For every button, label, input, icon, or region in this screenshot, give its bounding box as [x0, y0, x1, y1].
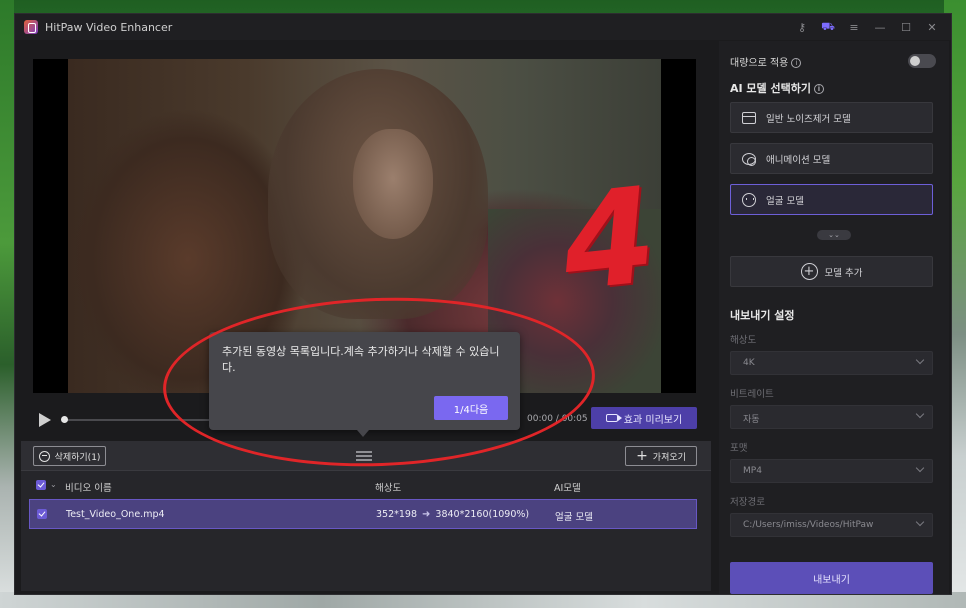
play-icon[interactable]	[39, 413, 51, 427]
table-row[interactable]: Test_Video_One.mp4 352*198 ➜ 3840*2160(1…	[29, 499, 697, 529]
batch-apply-row: 대량으로 적용 i	[730, 54, 936, 69]
key-icon[interactable]: ⚷	[789, 14, 815, 40]
preview-effect-button[interactable]: 효과 미리보기	[591, 407, 697, 429]
import-label: 가져오기	[652, 452, 686, 463]
row-ai-model: 얼굴 모델	[555, 512, 593, 523]
close-icon[interactable]: ✕	[919, 14, 945, 40]
video-subject-face	[353, 129, 433, 239]
tooltip-arrow	[357, 430, 369, 437]
export-settings-title: 내보내기 설정	[730, 309, 795, 322]
save-path-label: 저장경로	[730, 497, 765, 508]
model-label: 애니메이션 모델	[766, 154, 831, 166]
seek-knob[interactable]	[61, 416, 68, 423]
desktop-background-left	[0, 0, 14, 608]
export-button[interactable]: 내보내기	[730, 562, 933, 594]
import-button[interactable]: + 가져오기	[625, 446, 697, 466]
save-path-value: C:/Users/imiss/Videos/HitPaw	[743, 520, 874, 530]
resolution-from: 352*198	[376, 509, 418, 520]
add-model-button[interactable]: + 모델 추가	[730, 256, 933, 287]
titlebar-icons: ⚷ ⛟ ≡ — ☐ ✕	[789, 14, 945, 40]
chevron-down-icon	[915, 463, 925, 473]
format-value: MP4	[743, 466, 762, 476]
row-resolution: 352*198 ➜ 3840*2160(1090%)	[376, 509, 529, 520]
arrow-right-icon: ➜	[422, 509, 431, 520]
resolution-label: 해상도	[730, 335, 757, 346]
add-model-label: 모델 추가	[824, 267, 863, 279]
settings-panel: 대량으로 적용 i AI 모델 선택하기 i 일반 노이즈제거 모델 애니메이션 모…	[719, 41, 949, 594]
batch-apply-label: 대량으로 적용	[730, 58, 789, 69]
titlebar: HitPaw Video Enhancer ⚷ ⛟ ≡ — ☐ ✕	[15, 14, 951, 40]
format-label: 포맷	[730, 443, 748, 454]
preview-effect-label: 효과 미리보기	[623, 414, 683, 426]
menu-icon[interactable]: ≡	[841, 14, 867, 40]
resolution-value: 4K	[743, 358, 755, 368]
onboarding-tooltip: 추가된 동영상 목록입니다.계속 추가하거나 삭제할 수 있습니다. 1/4다음	[209, 332, 520, 437]
maximize-icon[interactable]: ☐	[893, 14, 919, 40]
video-list-panel: 삭제하기(1) + 가져오기 ⌄ 비디오 이름 해상도 AI모델 Test_Vi…	[21, 441, 711, 591]
animation-icon	[742, 152, 756, 166]
app-logo-icon	[24, 20, 38, 34]
time-readout: 00:00 / 00:05	[527, 414, 588, 424]
tooltip-next-button[interactable]: 1/4다음	[434, 396, 508, 420]
camera-icon	[605, 414, 622, 422]
save-path-select[interactable]: C:/Users/imiss/Videos/HitPaw	[730, 513, 933, 537]
chevron-down-icon	[915, 517, 925, 527]
info-icon[interactable]: i	[814, 84, 824, 94]
cart-icon[interactable]: ⛟	[815, 14, 841, 40]
resolution-select[interactable]: 4K	[730, 351, 933, 375]
header-ai-model: AI모델	[554, 483, 581, 494]
model-card-animation[interactable]: 애니메이션 모델	[730, 143, 933, 174]
model-card-face[interactable]: 얼굴 모델	[730, 184, 933, 215]
expand-models-button[interactable]: ⌄⌄	[817, 230, 851, 240]
ai-model-title-label: AI 모델 선택하기	[730, 82, 811, 95]
resolution-to: 3840*2160(1090%)	[435, 509, 530, 520]
select-all-checkbox[interactable]	[36, 480, 46, 490]
model-label: 일반 노이즈제거 모델	[766, 113, 851, 125]
info-icon[interactable]: i	[791, 58, 802, 68]
row-checkbox[interactable]	[37, 509, 47, 519]
row-video-name: Test_Video_One.mp4	[66, 509, 165, 520]
list-toolbar: 삭제하기(1) + 가져오기	[21, 441, 711, 471]
delete-label: 삭제하기(1)	[54, 452, 101, 463]
delete-button[interactable]: 삭제하기(1)	[33, 446, 106, 466]
annotation-number: 4	[555, 158, 661, 322]
minus-circle-icon	[38, 450, 50, 462]
format-select[interactable]: MP4	[730, 459, 933, 483]
minimize-icon[interactable]: —	[867, 14, 893, 40]
seek-bar[interactable]	[65, 419, 215, 421]
bitrate-label: 비트레이트	[730, 389, 774, 400]
face-icon	[742, 192, 756, 207]
plus-circle-icon: +	[800, 263, 818, 280]
chevron-down-icon	[915, 355, 925, 365]
header-video-name: 비디오 이름	[65, 483, 112, 494]
batch-apply-toggle[interactable]	[908, 54, 936, 68]
plus-icon: +	[636, 448, 648, 464]
chevron-down-icon	[915, 409, 925, 419]
list-header: ⌄ 비디오 이름 해상도 AI모델	[21, 477, 711, 495]
chevron-down-icon[interactable]: ⌄	[50, 480, 57, 489]
header-resolution: 해상도	[375, 483, 402, 494]
tooltip-text: 추가된 동영상 목록입니다.계속 추가하거나 삭제할 수 있습니다.	[222, 345, 500, 374]
app-window: HitPaw Video Enhancer ⚷ ⛟ ≡ — ☐ ✕ 4 00:0…	[14, 13, 952, 595]
bitrate-value: 자동	[743, 415, 760, 425]
model-label: 얼굴 모델	[766, 195, 804, 207]
model-card-denoise[interactable]: 일반 노이즈제거 모델	[730, 102, 933, 133]
app-title: HitPaw Video Enhancer	[45, 20, 173, 34]
film-icon	[742, 111, 756, 124]
bitrate-select[interactable]: 자동	[730, 405, 933, 429]
drag-handle-icon[interactable]	[356, 451, 372, 461]
ai-model-title: AI 모델 선택하기 i	[730, 80, 824, 96]
